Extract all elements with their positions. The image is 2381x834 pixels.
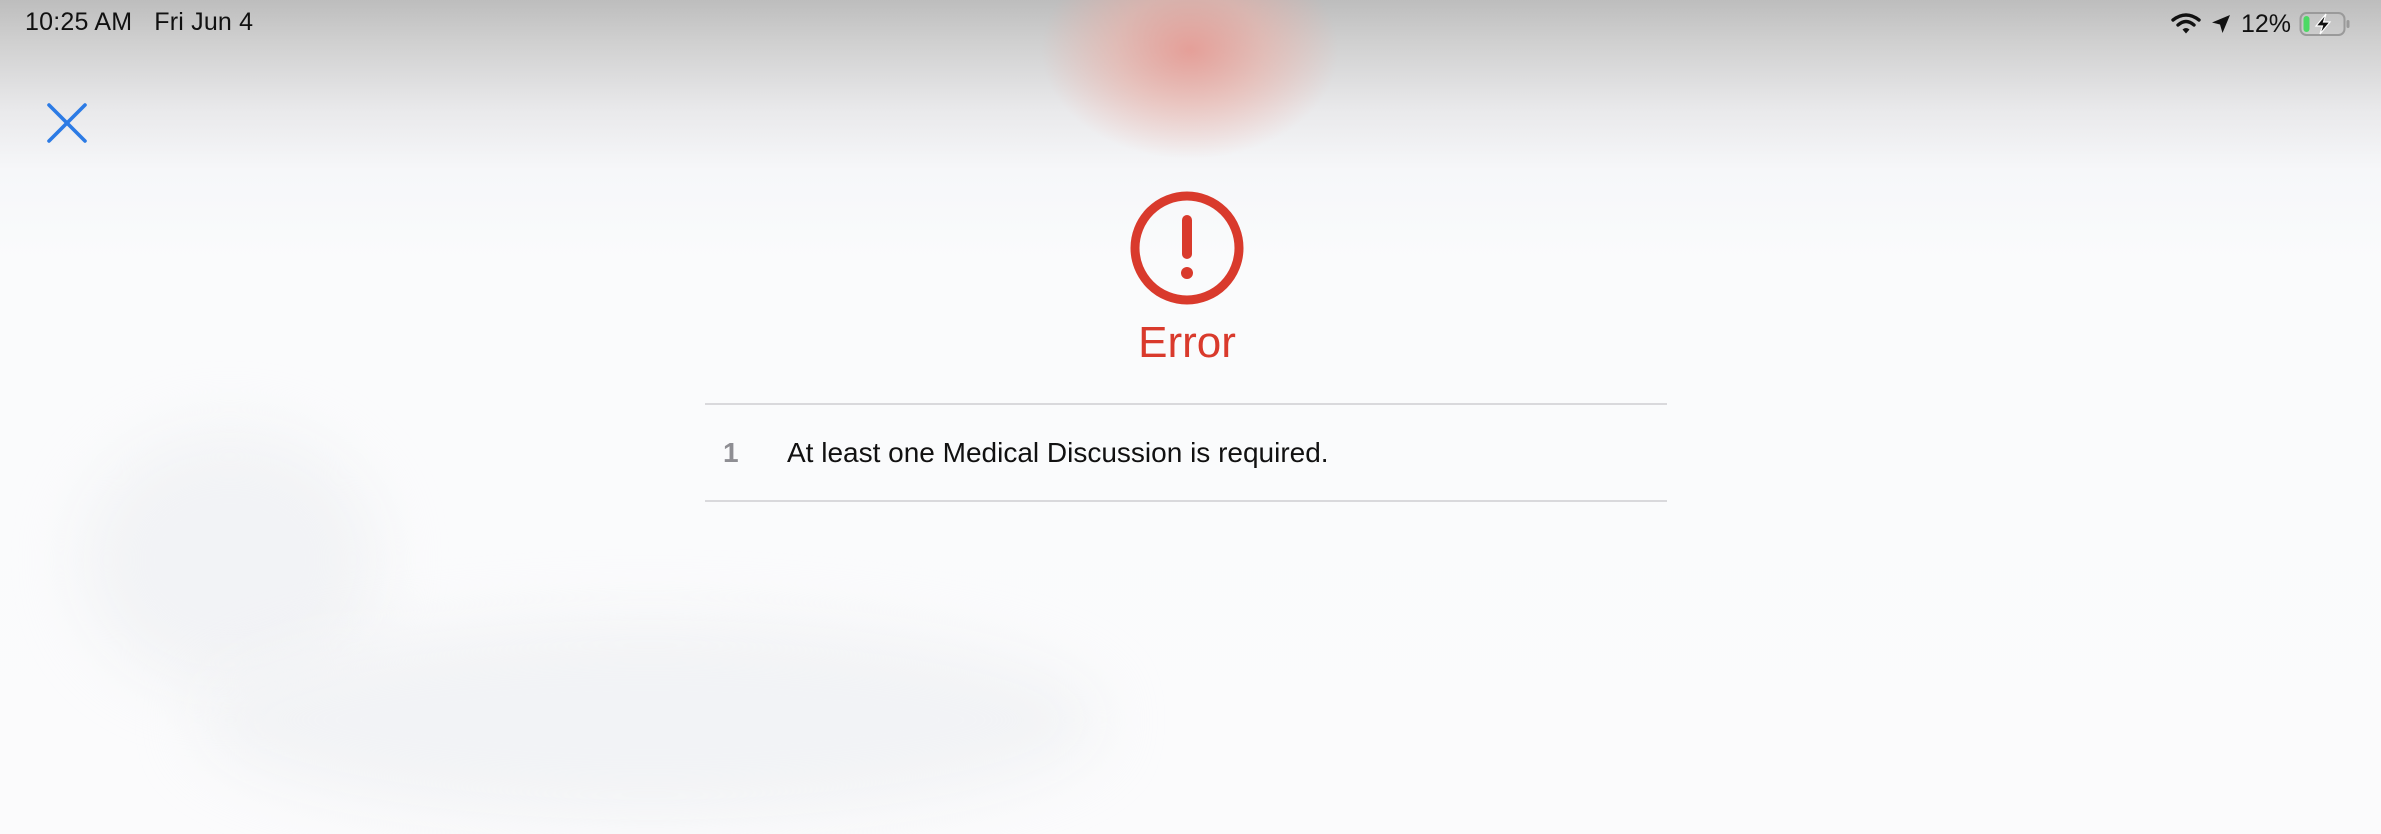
status-indicators: 12% [2171,8,2351,40]
status-time: 10:25 AM [25,8,133,36]
error-item-message: At least one Medical Discussion is requi… [787,436,1329,468]
battery-percent: 12% [2240,9,2291,38]
error-item-index: 1 [723,436,739,468]
battery-charging-icon [2299,12,2350,36]
error-title: Error [1138,318,1236,367]
background-blur-shape [200,620,1100,820]
error-list-item: 1 At least one Medical Discussion is req… [705,405,1667,500]
error-icon-wrapper [1130,191,1244,305]
status-date: Fri Jun 4 [154,8,254,36]
location-arrow-icon [2211,15,2230,33]
error-list: 1 At least one Medical Discussion is req… [705,403,1667,502]
close-icon [47,103,87,143]
status-bar: 10:25 AM Fri Jun 4 12% [0,0,2381,48]
exclamation-circle-icon [1130,191,1244,305]
close-button[interactable] [44,100,90,146]
wifi-icon [2171,13,2201,34]
status-time-date: 10:25 AM Fri Jun 4 [25,8,253,37]
